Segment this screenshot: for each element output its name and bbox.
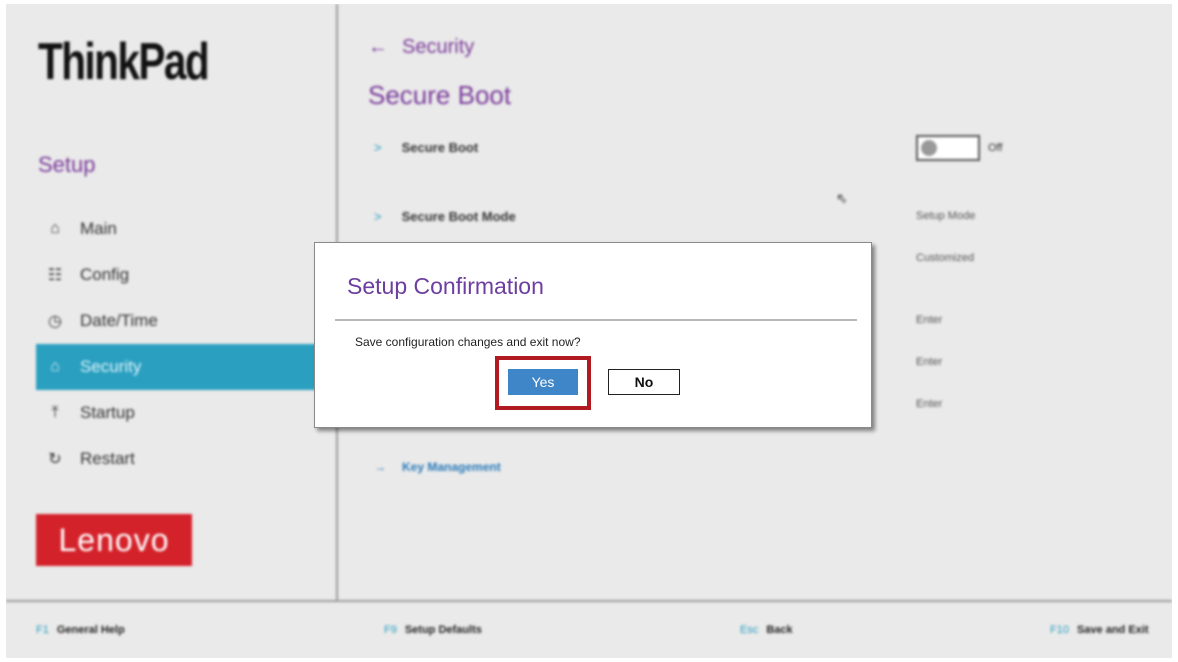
setting-row-secure-boot[interactable]: > Secure Boot [374,140,478,155]
chevron-right-icon: > [374,209,382,224]
breadcrumb-label: Security [402,36,475,58]
page-title: Secure Boot [368,80,512,110]
footer-key: Esc [740,624,759,636]
back-arrow-icon[interactable]: ← [368,36,388,58]
setting-value: Setup Mode [916,210,976,222]
setting-value: Enter [916,314,943,326]
yes-button[interactable]: Yes [508,369,578,395]
sidebar-item-label: Restart [80,449,135,468]
secure-boot-toggle[interactable] [916,135,980,161]
sidebar-item-date-time[interactable]: ◷ Date/Time [36,298,336,344]
footer-item-save-exit[interactable]: F10 Save and Exit [1050,624,1149,636]
footer-item-defaults[interactable]: F9 Setup Defaults [384,624,482,636]
no-button[interactable]: No [608,369,680,395]
sidebar-item-startup[interactable]: ⤒ Startup [36,390,336,436]
home-icon: ⌂ [50,220,60,237]
setting-row-secure-boot-mode[interactable]: > Secure Boot Mode [374,209,516,224]
footer-key: F1 [36,624,49,636]
footer-label: General Help [56,624,125,636]
sidebar-title: Setup [38,152,96,177]
sidebar-item-security[interactable]: ⌂ Security [36,344,336,390]
footer-item-help[interactable]: F1 General Help [36,624,125,636]
setting-value: Customized [916,252,975,264]
thinkpad-logo: ThinkPad [38,33,210,91]
dialog-divider [335,319,857,321]
dialog-message: Save configuration changes and exit now? [355,335,581,349]
footer-item-back[interactable]: Esc Back [740,624,793,636]
chevron-right-icon: > [374,140,382,155]
sidebar: ThinkPad Setup ⌂ Main ☷ Config ◷ Date/Ti… [6,4,336,600]
setup-confirmation-dialog: Setup Confirmation Save configuration ch… [314,242,872,428]
link-label: Key Management [402,460,501,474]
dialog-title: Setup Confirmation [347,273,544,299]
footer-key: F9 [384,624,397,636]
setting-value: Enter [916,356,943,368]
sidebar-nav: ⌂ Main ☷ Config ◷ Date/Time ⌂ Security ⤒ [36,206,336,482]
lock-icon: ⌂ [50,358,60,375]
sidebar-item-restart[interactable]: ↻ Restart [36,436,336,482]
breadcrumb[interactable]: ← Security [368,36,474,59]
mouse-cursor-icon: ⇖ [836,190,848,206]
arrow-right-icon: → [374,460,386,474]
restart-icon: ↻ [48,451,62,468]
footer-label: Back [766,624,793,636]
sidebar-item-label: Config [80,265,130,284]
sliders-icon: ☷ [47,267,63,284]
lenovo-logo: Lenovo [36,514,192,566]
footer-label: Setup Defaults [404,624,482,636]
sidebar-item-label: Date/Time [80,311,158,330]
key-management-link[interactable]: → Key Management [374,460,501,474]
setting-label: Secure Boot Mode [401,209,516,224]
sidebar-item-config[interactable]: ☷ Config [36,252,336,298]
sidebar-item-label: Security [80,357,142,376]
footer: F1 General Help F9 Setup Defaults Esc Back … [6,602,1172,658]
toggle-state: Off [988,142,1003,154]
footer-key: F10 [1050,624,1069,636]
toggle-knob [921,140,937,156]
footer-label: Save and Exit [1076,624,1149,636]
sidebar-item-label: Main [80,219,117,238]
upload-icon: ⤒ [51,404,59,421]
clock-icon: ◷ [48,313,62,330]
sidebar-item-main[interactable]: ⌂ Main [36,206,336,252]
sidebar-item-label: Startup [80,403,135,422]
setting-value: Enter [916,398,943,410]
setting-label: Secure Boot [401,140,479,155]
